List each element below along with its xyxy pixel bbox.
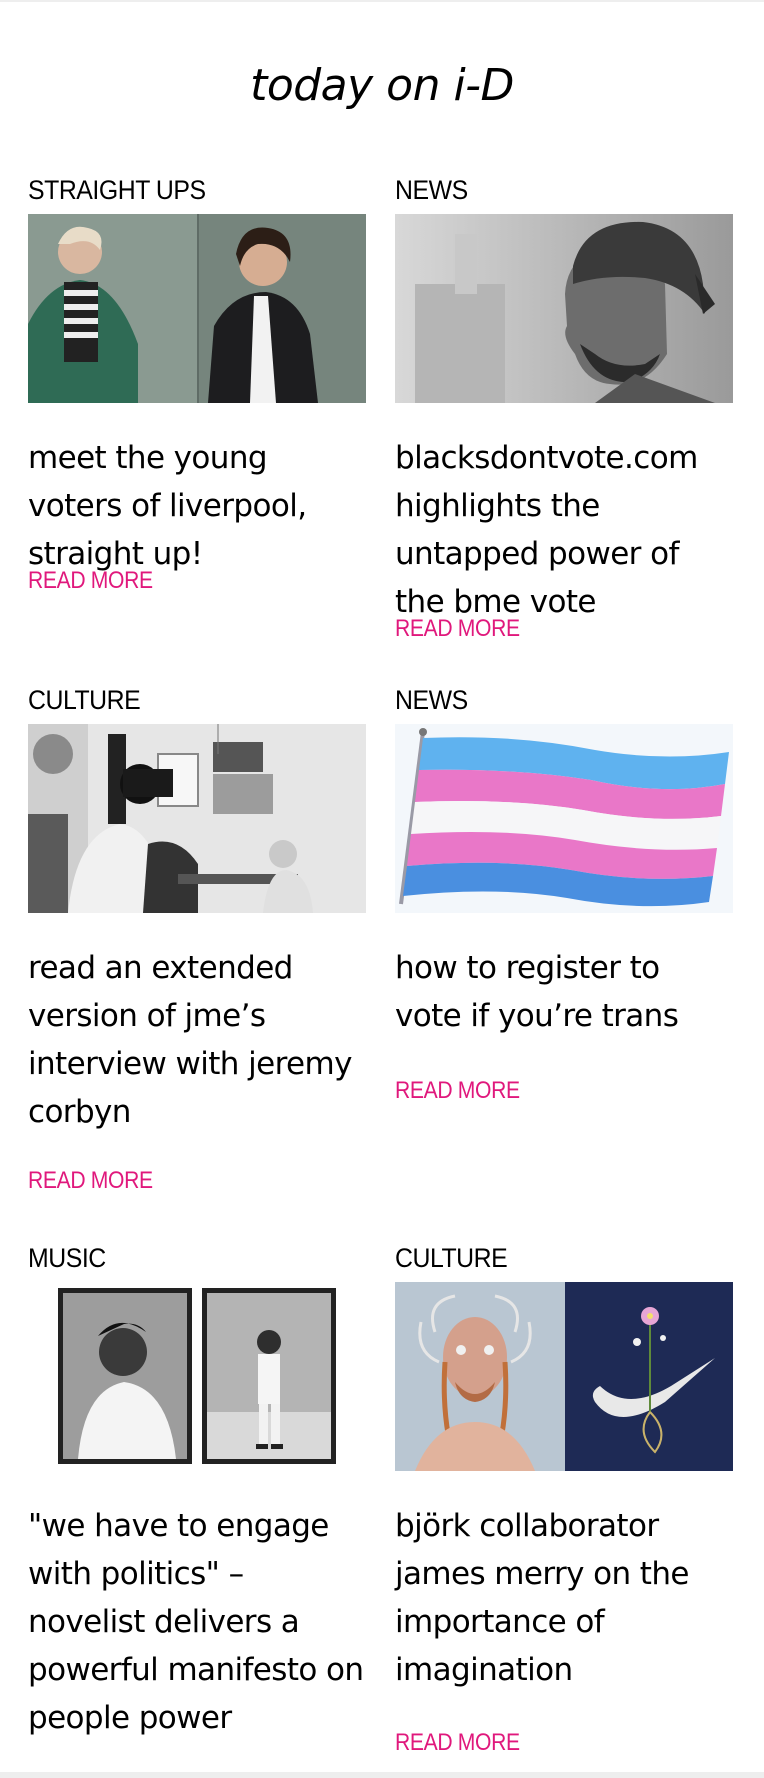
article-image[interactable]	[28, 214, 366, 403]
article-card[interactable]: CULTURE	[28, 684, 366, 1204]
article-image[interactable]	[395, 724, 733, 913]
article-image[interactable]	[28, 1282, 366, 1471]
article-card[interactable]: MUSIC "we have to engage with politics" …	[28, 1242, 366, 1778]
article-card[interactable]: NEWS how to register to vote if you’re t…	[395, 684, 733, 1114]
section-heading: today on i-D	[250, 60, 514, 111]
page: today on i-D STRAIGHT UPS meet the young…	[0, 0, 764, 1778]
article-category[interactable]: NEWS	[395, 684, 468, 716]
trans-pride-flag-photo	[395, 724, 733, 913]
article-image[interactable]	[395, 1282, 733, 1471]
bottom-divider	[0, 1772, 764, 1778]
article-card[interactable]: NEWS blacksdontvote.com highlights the u…	[395, 174, 733, 652]
article-title[interactable]: björk collaborator james merry on the im…	[395, 1502, 733, 1694]
article-category[interactable]: MUSIC	[28, 1242, 106, 1274]
two-framed-portraits-photo	[28, 1282, 366, 1471]
film-crew-in-cafe-photo	[28, 724, 366, 913]
read-more-link[interactable]: READ MORE	[395, 615, 520, 643]
article-category[interactable]: STRAIGHT UPS	[28, 174, 206, 206]
article-card[interactable]: CULTURE	[395, 1242, 733, 1766]
man-in-cap-photo	[395, 214, 733, 403]
article-title[interactable]: meet the young voters of liverpool, stra…	[28, 434, 366, 578]
read-more-link[interactable]: READ MORE	[28, 567, 153, 595]
article-title[interactable]: how to register to vote if you’re trans	[395, 944, 733, 1040]
embroidered-mask-and-swoosh-photo	[395, 1282, 733, 1471]
article-title[interactable]: blacksdontvote.com highlights the untapp…	[395, 434, 733, 626]
article-card[interactable]: STRAIGHT UPS meet the young voters of li…	[28, 174, 366, 604]
article-title[interactable]: read an extended version of jme’s interv…	[28, 944, 366, 1136]
read-more-link[interactable]: READ MORE	[395, 1729, 520, 1757]
article-category[interactable]: CULTURE	[395, 1242, 508, 1274]
read-more-link[interactable]: READ MORE	[28, 1167, 153, 1195]
article-category[interactable]: NEWS	[395, 174, 468, 206]
read-more-link[interactable]: READ MORE	[395, 1077, 520, 1105]
article-category[interactable]: CULTURE	[28, 684, 141, 716]
two-young-people-photo	[28, 214, 366, 403]
article-title[interactable]: "we have to engage with politics" – nove…	[28, 1502, 366, 1742]
article-image[interactable]	[395, 214, 733, 403]
article-image[interactable]	[28, 724, 366, 913]
